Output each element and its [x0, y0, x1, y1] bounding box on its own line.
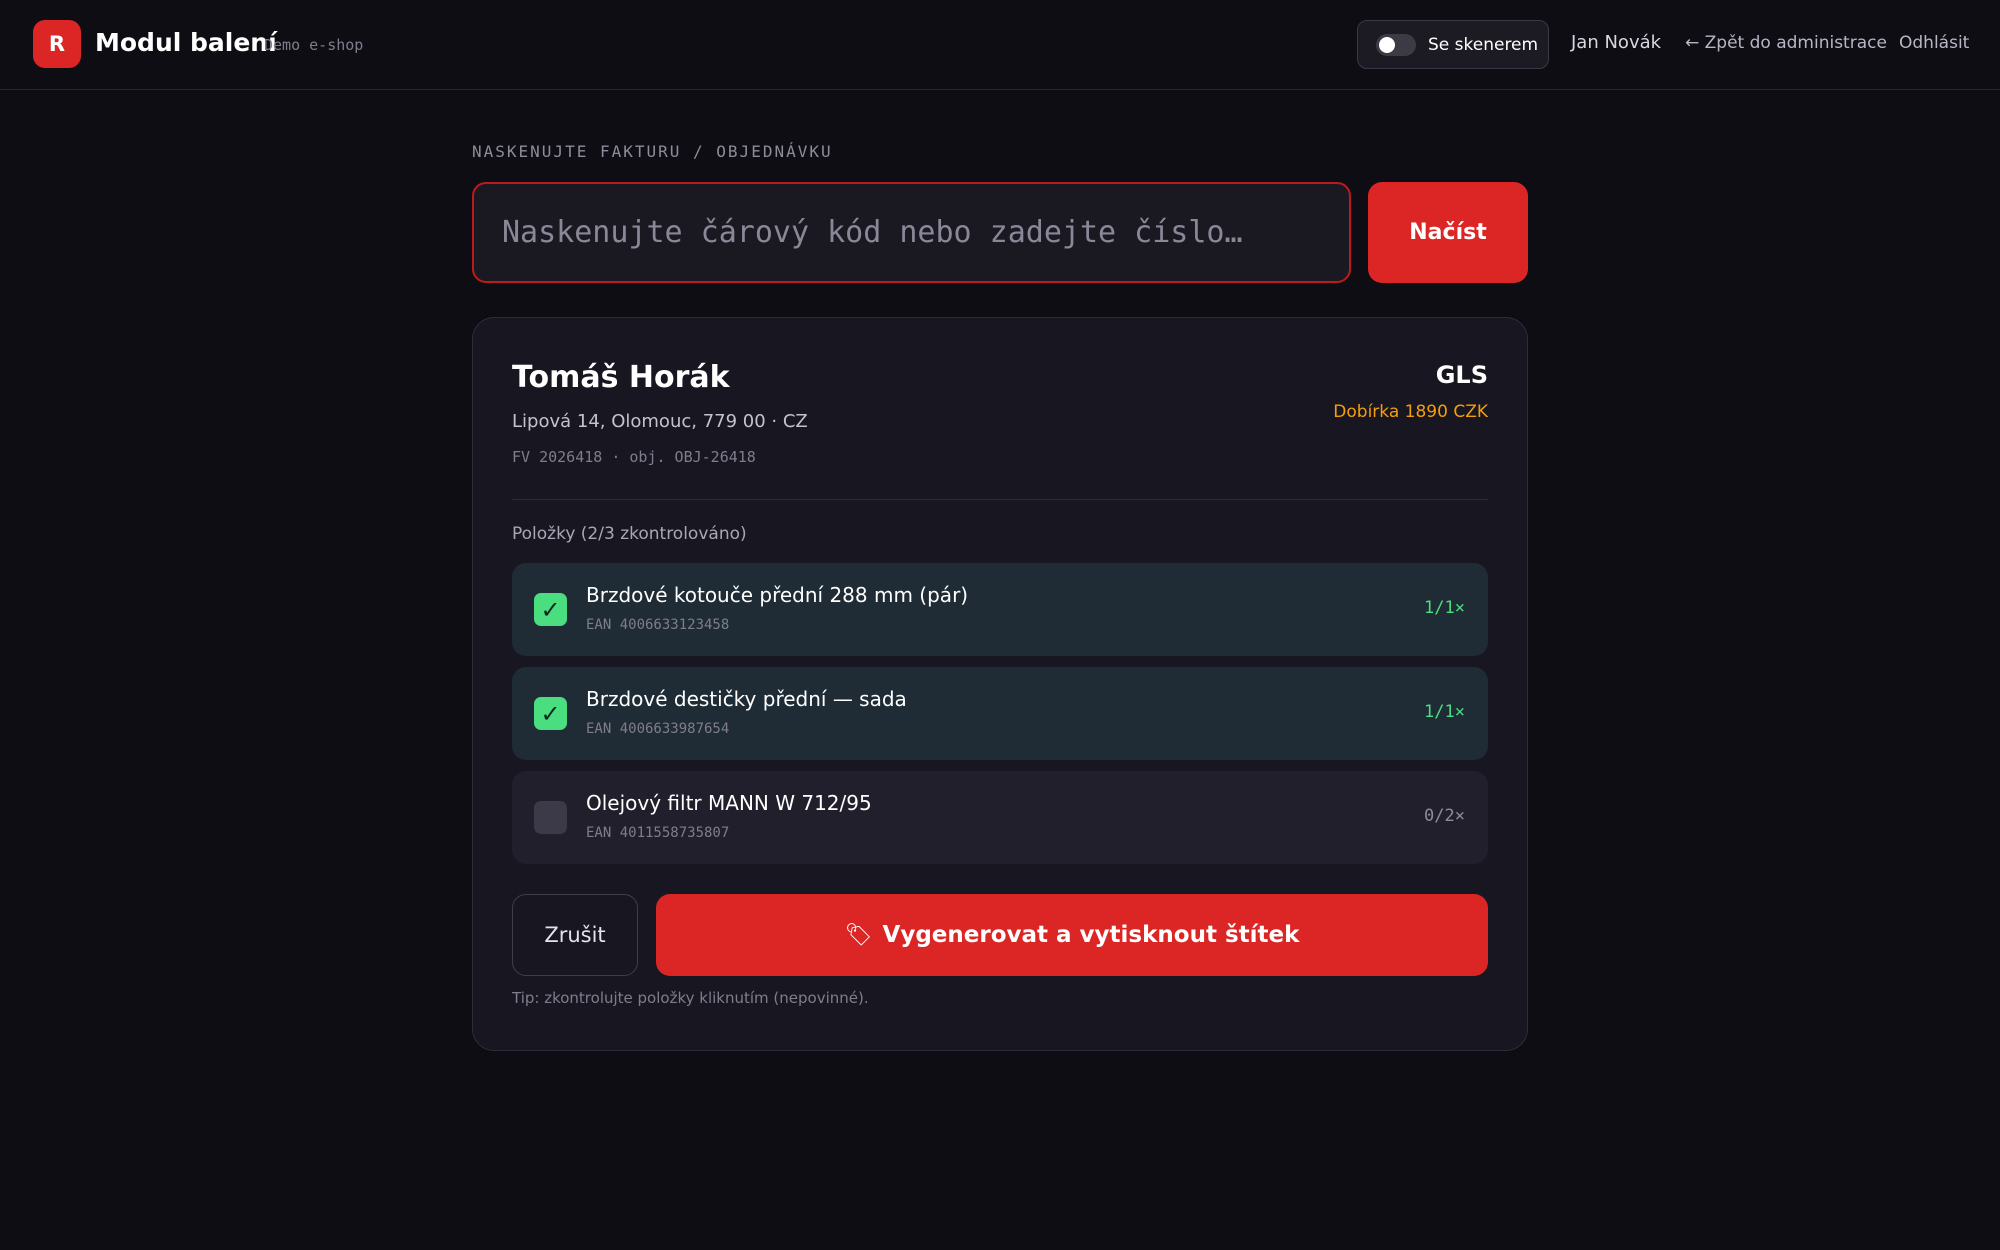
top-bar: R Modul balení Demo e-shop Se skenerem J…	[0, 0, 2000, 90]
app-subtitle: Demo e-shop	[264, 36, 364, 54]
customer-address: Lipová 14, Olomouc, 779 00 · CZ	[512, 411, 808, 432]
logout-link[interactable]: Odhlásit	[1899, 33, 1969, 53]
invoice-order-numbers: FV 2026418 · obj. OBJ-26418	[512, 448, 756, 466]
customer-name: Tomáš Horák	[512, 360, 730, 395]
carrier-name: GLS	[1435, 361, 1488, 389]
user-name: Jan Novák	[1571, 32, 1662, 53]
item-row[interactable]: ✓ Brzdové destičky přední — sada EAN 400…	[512, 667, 1488, 760]
item-ean: EAN 4006633987654	[586, 721, 730, 737]
toggle-switch-icon[interactable]	[1376, 33, 1416, 56]
item-row[interactable]: Olejový filtr MANN W 712/95 EAN 40115587…	[512, 771, 1488, 864]
order-card: Tomáš Horák Lipová 14, Olomouc, 779 00 ·…	[472, 317, 1528, 1051]
items-list: ✓ Brzdové kotouče přední 288 mm (pár) EA…	[512, 563, 1488, 875]
item-name: Olejový filtr MANN W 712/95	[586, 791, 872, 815]
app-title: Modul balení	[95, 28, 277, 57]
item-quantity: 1/1×	[1424, 702, 1465, 722]
scanner-toggle[interactable]: Se skenerem	[1357, 20, 1549, 69]
item-ean: EAN 4006633123458	[586, 617, 730, 633]
cancel-button[interactable]: Zrušit	[512, 894, 638, 976]
print-label-button[interactable]: 🏷 Vygenerovat a vytisknout štítek	[656, 894, 1488, 976]
item-ean: EAN 4011558735807	[586, 825, 730, 841]
load-button[interactable]: Načíst	[1368, 182, 1528, 283]
checkbox-icon[interactable]	[534, 801, 567, 834]
items-heading: Položky (2/3 zkontrolováno)	[512, 524, 747, 544]
item-quantity: 0/2×	[1424, 806, 1465, 826]
print-label-button-text: Vygenerovat a vytisknout štítek	[882, 922, 1300, 948]
item-quantity: 1/1×	[1424, 598, 1465, 618]
checkbox-icon[interactable]: ✓	[534, 593, 567, 626]
toggle-knob	[1379, 36, 1395, 53]
app-logo: R	[33, 20, 81, 68]
barcode-input[interactable]	[472, 182, 1351, 283]
item-name: Brzdové destičky přední — sada	[586, 687, 907, 711]
item-row[interactable]: ✓ Brzdové kotouče přední 288 mm (pár) EA…	[512, 563, 1488, 656]
tip-text: Tip: zkontrolujte položky kliknutím (nep…	[512, 989, 869, 1007]
scanner-toggle-label: Se skenerem	[1428, 34, 1539, 55]
item-name: Brzdové kotouče přední 288 mm (pár)	[586, 583, 969, 607]
scan-section-label: NASKENUJTE FAKTURU / OBJEDNÁVKU	[472, 142, 833, 161]
checkbox-icon[interactable]: ✓	[534, 697, 567, 730]
cash-on-delivery-amount: Dobírka 1890 CZK	[1333, 402, 1488, 422]
back-to-admin-link[interactable]: ← Zpět do administrace	[1685, 33, 1887, 53]
divider	[512, 499, 1488, 500]
label-tag-icon: 🏷	[844, 922, 873, 948]
